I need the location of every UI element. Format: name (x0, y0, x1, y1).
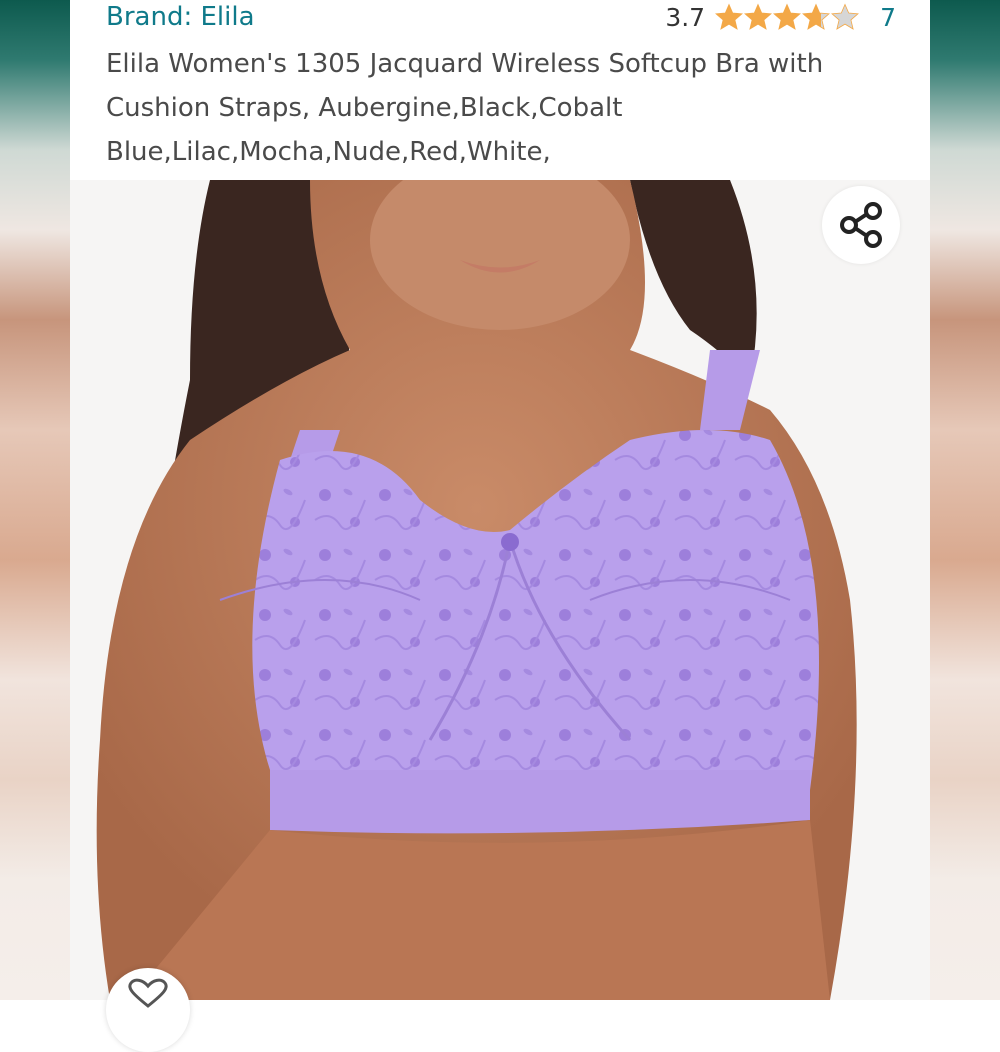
star-icon (715, 3, 744, 30)
background-blur-left (0, 0, 70, 1000)
product-title: Elila Women's 1305 Jacquard Wireless Sof… (106, 42, 906, 174)
star-icon (773, 3, 802, 30)
product-title-line: Blue,Lilac,Mocha,Nude,Red,White, (106, 137, 551, 167)
star-icon (802, 3, 831, 30)
star-icon (744, 3, 773, 30)
wishlist-button[interactable] (106, 968, 190, 1052)
rating-stars (715, 3, 860, 31)
product-header: Brand: Elila 3.7 7 Elila Women's 1305 Ja… (70, 0, 930, 180)
rating-summary[interactable]: 3.7 7 (665, 0, 896, 34)
product-card: Brand: Elila 3.7 7 Elila Women's 1305 Ja… (70, 0, 930, 1052)
product-photo (96, 180, 857, 1000)
rating-count[interactable]: 7 (880, 3, 896, 32)
star-icon (831, 3, 860, 30)
product-image[interactable] (70, 180, 930, 1000)
heart-icon (128, 978, 168, 1008)
rating-value: 3.7 (665, 2, 706, 32)
share-button[interactable] (822, 186, 900, 264)
share-icon (840, 202, 882, 248)
background-blur-right (930, 0, 1000, 1000)
product-title-line: Cushion Straps, Aubergine,Black,Cobalt (106, 93, 623, 123)
product-title-line: Elila Women's 1305 Jacquard Wireless Sof… (106, 49, 824, 79)
brand-link[interactable]: Brand: Elila (106, 0, 255, 34)
